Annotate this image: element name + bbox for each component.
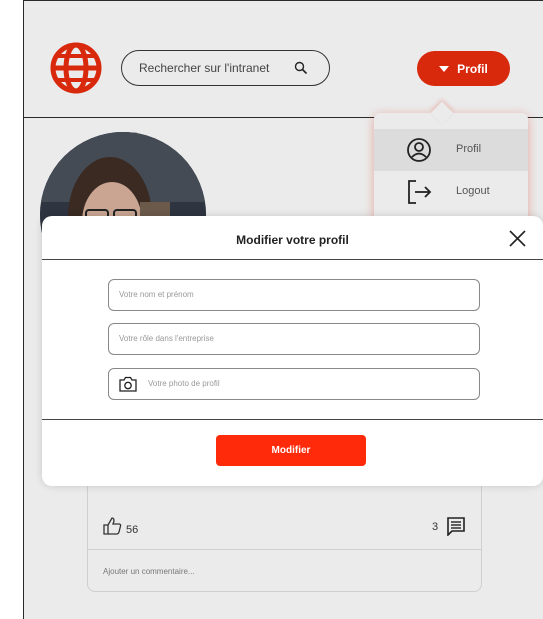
menu-item-label: Profil [456,143,482,155]
menu-item-label: Logout [456,185,490,197]
header: Rechercher sur l'intranet Profil [24,1,543,118]
profile-dropdown: Profil Logout [374,101,528,223]
menu-item-profil[interactable]: Profil [374,129,528,171]
modal-divider [42,419,543,420]
like-count: 56 [126,524,139,536]
menu-item-logout[interactable]: Logout [374,171,528,213]
user-icon [407,138,431,162]
photo-field[interactable]: Votre photo de profil [108,368,480,400]
modal-header: Modifier votre profil [42,216,543,260]
search-icon[interactable] [294,61,308,75]
logout-icon [408,180,432,204]
close-icon[interactable] [509,230,526,247]
edit-profile-modal: Modifier votre profil Votre nom et préno… [42,216,543,486]
comment-input[interactable]: Ajouter un commentaire... [103,567,195,576]
camera-icon[interactable] [119,376,137,392]
search-placeholder: Rechercher sur l'intranet [139,61,270,75]
globe-logo-icon[interactable] [50,42,102,94]
thumbs-up-icon[interactable] [102,516,122,536]
profile-button[interactable]: Profil [417,51,510,86]
role-field[interactable]: Votre rôle dans l'entreprise [108,323,480,355]
caret-down-icon [439,65,450,72]
name-field-placeholder: Votre nom et prénom [119,290,194,299]
comment-icon[interactable] [446,516,466,536]
profile-button-label: Profil [457,61,488,76]
photo-field-placeholder: Votre photo de profil [148,379,220,388]
modal-title: Modifier votre profil [236,233,349,247]
submit-button[interactable]: Modifier [216,435,366,466]
search-input[interactable]: Rechercher sur l'intranet [121,50,330,86]
role-field-placeholder: Votre rôle dans l'entreprise [119,334,214,343]
comment-count: 3 [432,521,439,533]
name-field[interactable]: Votre nom et prénom [108,279,480,311]
post-card: 56 3 Ajouter un commentaire... [87,471,482,592]
